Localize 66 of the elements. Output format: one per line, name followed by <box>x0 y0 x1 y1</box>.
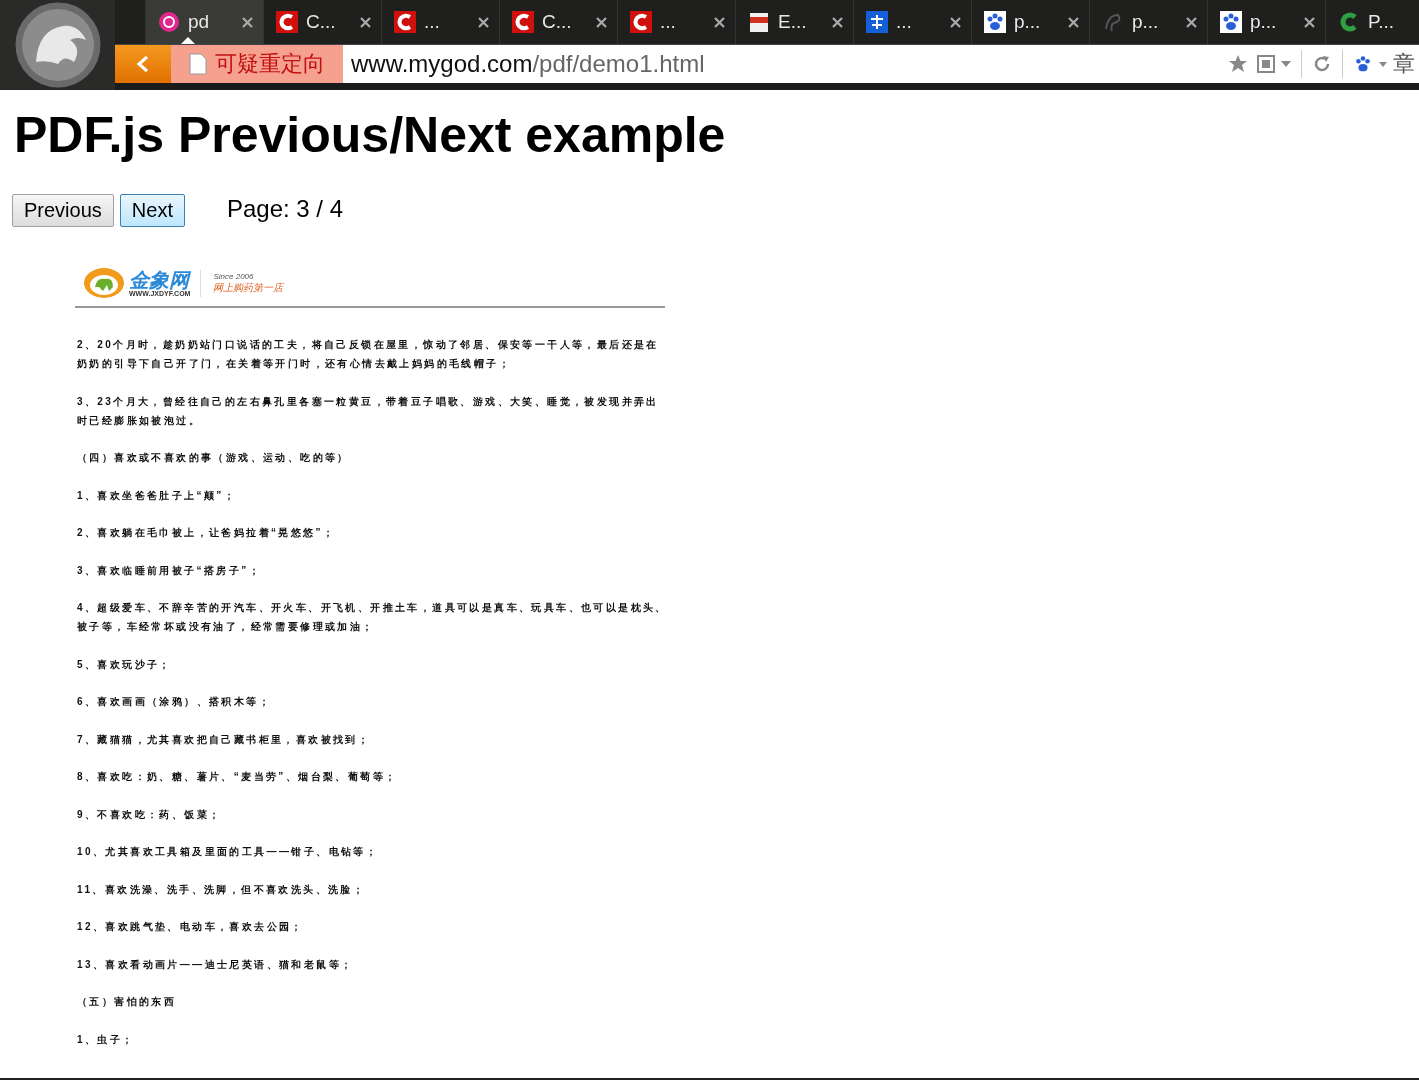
tab-title: C... <box>542 11 573 34</box>
tab-title: C... <box>306 11 337 34</box>
search-field[interactable]: 章 <box>1393 49 1419 80</box>
tab-title: p... <box>1132 11 1160 34</box>
close-icon[interactable] <box>714 16 725 28</box>
back-button[interactable] <box>115 45 171 83</box>
chevron-left-icon <box>136 55 150 74</box>
elephant-logo-icon <box>83 267 125 299</box>
tab-title: ... <box>424 11 441 34</box>
warning-text: 可疑重定向 <box>215 50 325 79</box>
close-icon[interactable] <box>478 16 489 28</box>
pdf-paragraph: 10、尤其喜欢工具箱及里面的工具——钳子、电钻等； <box>77 845 380 859</box>
close-icon[interactable] <box>1068 16 1079 28</box>
logo-name: 金象网 <box>129 269 191 290</box>
tab-favicon-icon <box>512 11 534 34</box>
close-icon[interactable] <box>1186 16 1197 28</box>
pdf-paragraph: 5、喜欢玩沙子； <box>77 657 173 672</box>
caret-icon[interactable] <box>1281 61 1291 68</box>
logo-slogan: 网上购药第一店 <box>213 280 284 295</box>
tab-favicon-icon <box>630 11 652 34</box>
tab-favicon-icon <box>866 11 888 34</box>
tab-title: pd <box>188 11 211 34</box>
pdf-paragraph: 13、喜欢看动画片——迪士尼英语、猫和老鼠等； <box>77 957 355 972</box>
tab-favicon-icon <box>276 11 298 34</box>
pdf-paragraph: 3、23个月大，曾经往自己的左右鼻孔里各塞一粒黄豆，带着豆子唱歌、游戏、大笑、睡觉，被发现并弄出 时已经膨胀如被泡过。 <box>77 394 660 428</box>
pdf-paragraph: 4、超级爱车、不辞辛苦的开汽车、开火车、开飞机、开推土车，道具可以是真车、玩具车、也可以是枕头、 被子等，车经常坏或没有油了，经常需要修理或加油； <box>77 601 665 634</box>
close-icon[interactable] <box>242 16 253 28</box>
page-heading: PDF.js Previous/Next example <box>14 106 727 164</box>
qr-code-icon[interactable] <box>1257 55 1275 74</box>
pdf-paragraph: 8、喜欢吃：奶、糖、薯片、“麦当劳”、烟台梨、葡萄等； <box>77 770 399 784</box>
close-icon[interactable] <box>950 16 961 28</box>
caret-icon[interactable] <box>1379 61 1387 67</box>
page-icon <box>189 53 207 76</box>
close-icon[interactable] <box>360 16 371 28</box>
pdf-paragraph: 2、20个月时，趁奶奶站门口说话的工夫，将自己反锁在屋里，惊动了邻居、保安等一干人等，最后还是在 奶奶的引导下自己开了门，在关着等开门时，还有心情去戴上妈妈的毛线帽子； <box>77 338 660 371</box>
tab-title: p... <box>1250 11 1278 34</box>
pdf-paragraph: 7、藏猫猫，尤其喜欢把自己藏书柜里，喜欢被找到； <box>77 732 372 747</box>
pdf-paragraph: 1、虫子； <box>77 1032 136 1047</box>
tab-title: ... <box>660 11 677 34</box>
pdf-paragraph: （四）喜欢或不喜欢的事（游戏、运动、吃的等） <box>77 451 351 465</box>
logo-since: Since 2006 <box>213 271 255 281</box>
paw-icon <box>984 11 1006 34</box>
address-field[interactable]: www.mygod.com/pdf/demo1.html <box>343 45 1229 83</box>
browser-tab[interactable]: pd <box>145 0 263 45</box>
paw-icon <box>1220 11 1242 34</box>
close-icon[interactable] <box>596 16 607 28</box>
page-button[interactable]: Previous <box>12 194 114 227</box>
page-button[interactable]: Next <box>119 194 185 227</box>
pdf-paragraph: 6、喜欢画画（涂鸦）、搭积木等； <box>77 695 272 709</box>
pdf-paragraph: 11、喜欢洗澡、洗手、洗脚，但不喜欢洗头、洗脸； <box>77 882 367 897</box>
pdf-paragraph: 12、喜欢跳气垫、电动车，喜欢去公园； <box>77 920 305 934</box>
tab-title: p... <box>1014 11 1042 34</box>
close-icon[interactable] <box>1304 16 1315 28</box>
pdf-paragraph: （五）害怕的东西 <box>77 995 178 1009</box>
pdf-paragraph: 2、喜欢躺在毛巾被上，让爸妈拉着“晃悠悠”； <box>77 526 337 540</box>
page-counter: Page: 3 / 4 <box>226 194 344 223</box>
tab-favicon-icon <box>748 11 770 34</box>
tab-title: E... <box>778 11 808 34</box>
tab-favicon-icon <box>158 11 180 34</box>
tab-title: ... <box>896 11 913 34</box>
tab-favicon-icon <box>394 11 416 34</box>
pdf-paragraph: 1、喜欢坐爸爸肚子上“颠”； <box>77 488 238 503</box>
tab-title: P... <box>1368 11 1396 34</box>
pdf-paragraph: 3、喜欢临睡前用被子“搭房子”； <box>77 563 262 578</box>
pdf-paragraph: 9、不喜欢吃：药、饭菜； <box>77 807 223 822</box>
close-icon[interactable] <box>832 16 843 28</box>
